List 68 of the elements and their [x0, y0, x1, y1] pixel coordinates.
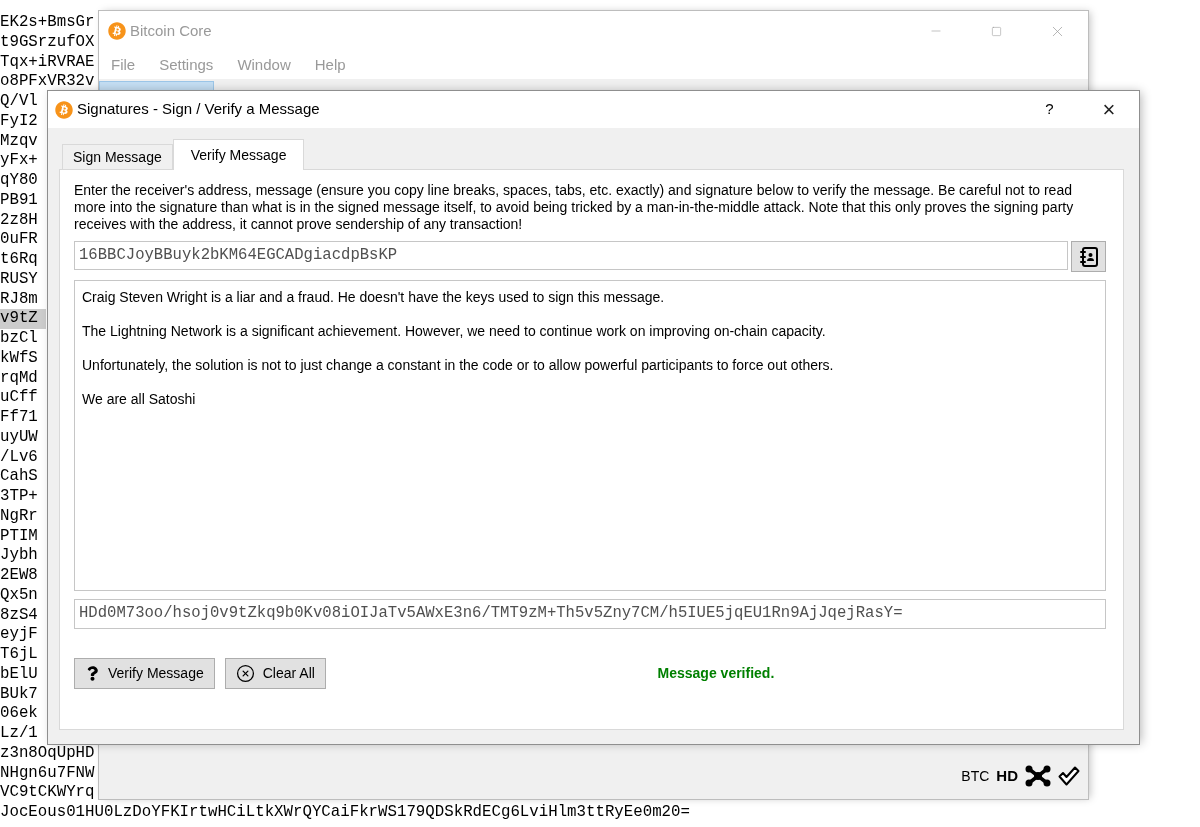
editor-line: Lz/1: [0, 724, 38, 744]
network-icon[interactable]: [1025, 765, 1051, 787]
editor-line: bzCl: [0, 329, 38, 349]
window-title: Bitcoin Core: [130, 20, 212, 41]
message-text: Unfortunately, the solution is not to just change a constant in the code or to allow powerful participants to force out others.: [82, 357, 835, 374]
editor-line: CahS: [0, 467, 38, 487]
editor-line: 2z8H: [0, 210, 38, 231]
editor-line: FyI2: [0, 111, 38, 132]
tab[interactable]: Verify Message: [172, 139, 305, 170]
verify-button[interactable]: Verify Message: [74, 658, 215, 689]
bitcoin-logo-icon: [55, 100, 73, 119]
editor-line: RJ8m: [0, 289, 38, 310]
unit-label[interactable]: BTC: [961, 765, 990, 787]
editor-line: 06ek: [0, 704, 38, 724]
help-button[interactable]: ?: [1020, 91, 1079, 128]
editor-line: z3n8OqUpHD: [0, 743, 95, 764]
editor-line: kWfS: [0, 348, 38, 369]
wallet-type-label: HD: [996, 765, 1018, 786]
editor-line: Ff71: [0, 408, 38, 428]
message-text: We are all Satoshi: [82, 391, 197, 408]
bitcoin-logo-icon: [108, 22, 126, 40]
editor-line: Qx5n: [0, 585, 38, 606]
editor-line: t6Rq: [0, 250, 38, 270]
editor-line: qY80: [0, 171, 38, 191]
editor-line: 2EW8: [0, 566, 38, 586]
editor-line: VC9tCKWYrq: [0, 783, 95, 803]
editor-line: uyUW: [0, 427, 38, 448]
editor-line: T6jL: [0, 645, 38, 665]
signature-field[interactable]: HDd0M73oo/hsoj0v9tZkq9b0Kv08iOIJaTv5AWxE3n6/TMT9zM+Th5v5Zny7CM/h5IUE5jqEU1Rn9AjJqejRasY=: [74, 599, 1106, 629]
editor-line: t9GSrzufOX: [0, 32, 95, 53]
editor-line: 0uFR: [0, 230, 38, 250]
editor-line: NHgn6u7FNW: [0, 763, 95, 784]
editor-line: yFx+: [0, 151, 38, 171]
editor-line: Q/Vl: [0, 92, 38, 112]
editor-line: PB91: [0, 190, 38, 211]
clear-button[interactable]: Clear All: [224, 658, 326, 689]
close-button[interactable]: ×: [1079, 91, 1139, 128]
editor-line: eyjF: [0, 625, 38, 645]
address-book-button[interactable]: [1071, 241, 1106, 272]
check-icon[interactable]: [1058, 766, 1080, 786]
editor-line: 3TP+: [0, 487, 38, 507]
verification-status: Message verified.: [657, 664, 775, 683]
message-text: Craig Steven Wright is a liar and a fraud. He doesn't have the keys used to sign this message.: [82, 289, 666, 306]
editor-line: uCff: [0, 388, 38, 408]
editor-line: /Lv6: [0, 447, 38, 468]
clear-icon: [235, 664, 255, 683]
editor-line: NgRr: [0, 506, 38, 527]
address-book-icon: [1079, 246, 1098, 267]
address-field[interactable]: 16BBCJoyBBuyk2bKM64EGCADgiacdpBsKP: [74, 241, 1068, 270]
editor-line: PTIM: [0, 526, 38, 547]
message-field[interactable]: [74, 280, 1106, 591]
editor-line: o8PFxVR32v: [0, 72, 95, 92]
editor-line: EK2s+BmsGr: [0, 13, 95, 33]
maximize-icon: [991, 25, 1002, 37]
editor-line: Mzqv: [0, 131, 38, 152]
editor-line: BUk7: [0, 684, 38, 705]
editor-line: Jybh: [0, 546, 38, 566]
editor-line: Tqx+iRVRAE: [0, 52, 95, 73]
editor-line: rqMd: [0, 368, 38, 389]
message-text: The Lightning Network is a significant achievement. However, we need to continue work on improving on-chain capacity.: [82, 323, 827, 340]
question-icon: [87, 666, 98, 681]
instructions-text: Enter the receiver's address, message (ensure you copy line breaks, spaces, tabs, etc. exactly) and signature below to verify the message. Be careful not to read more into the signature than what is in the signed message itself, to avoid being tricked by a man-in-the-middle attack. Note that this only proves the signing party receives with the address, it cannot prove sendership of any transaction!: [74, 182, 1075, 233]
editor-line: 8zS4: [0, 605, 38, 626]
dialog-title: Signatures - Sign / Verify a Message: [77, 99, 320, 120]
tab[interactable]: Sign Message: [62, 144, 173, 170]
editor-line: JocEous01HU0LzDoYFKIrtwHCiLtkXWrQYCaiFkrWS179QDSkRdECg6LviHlm3ttRyEe0m20=: [0, 803, 690, 823]
editor-line: RUSY: [0, 269, 38, 290]
editor-line: bElU: [0, 664, 38, 685]
